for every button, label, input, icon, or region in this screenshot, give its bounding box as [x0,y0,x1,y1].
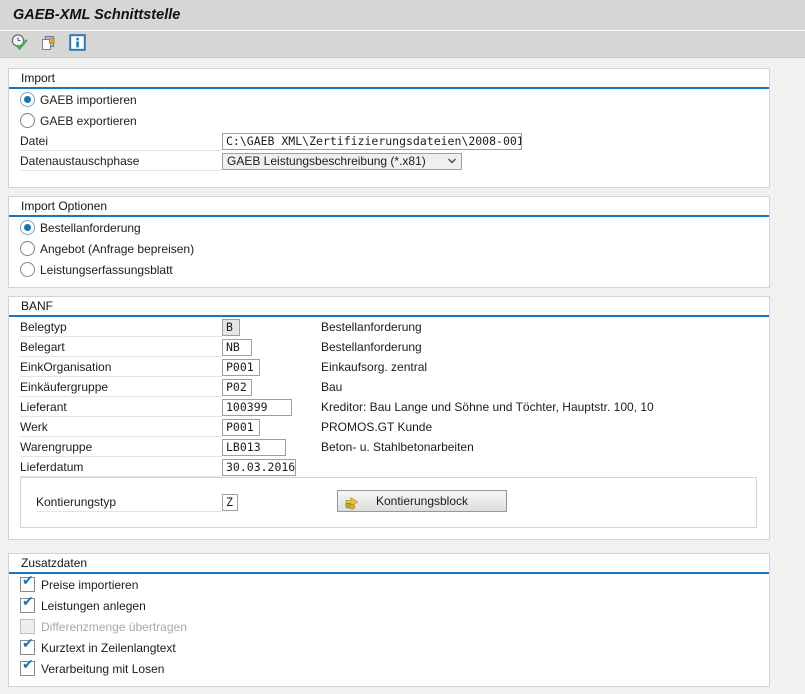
datei-label: Datei [20,131,222,151]
radio-label: Angebot (Anfrage bepreisen) [40,242,194,256]
einkaeufergruppe-field-row: Einkäufergruppe P02 Bau [9,377,769,397]
belegtyp-description: Bestellanforderung [321,320,422,334]
import-optionen-title: Import Optionen [9,197,769,217]
checkbox-checked-icon[interactable]: ✔ [20,640,35,655]
checkbox-leistungen-anlegen[interactable]: ✔ Leistungen anlegen [9,595,769,616]
radio-option-gaeb-importieren[interactable]: GAEB importieren [9,89,769,110]
banf-section: BANF Belegtyp B Bestellanforderung Beleg… [8,296,770,540]
radio-label: GAEB exportieren [40,114,137,128]
radio-unselected-icon[interactable] [20,262,35,277]
radio-option-gaeb-exportieren[interactable]: GAEB exportieren [9,110,769,131]
einkaeufergruppe-description: Bau [321,380,342,394]
einkaeufergruppe-label: Einkäufergruppe [20,377,222,397]
lieferant-field-row: Lieferant 100399 Kreditor: Bau Lange und… [9,397,769,417]
einkorganisation-label: EinkOrganisation [20,357,222,377]
datei-input[interactable]: C:\GAEB XML\Zertifizierungsdateien\2008-… [222,133,522,150]
zusatzdaten-section: Zusatzdaten ✔ Preise importieren ✔ Leist… [8,553,770,687]
checkbox-checked-icon[interactable]: ✔ [20,598,35,613]
belegtyp-label: Belegtyp [20,317,222,337]
checkbox-label: Differenzmenge übertragen [41,620,187,634]
copy-icon [39,34,57,55]
info-button[interactable] [66,33,88,55]
checkbox-checked-icon[interactable]: ✔ [20,661,35,676]
datenaustauschphase-select[interactable]: GAEB Leistungsbeschreibung (*.x81) [222,153,462,170]
checkbox-label: Verarbeitung mit Losen [41,662,164,676]
belegtyp-field-row: Belegtyp B Bestellanforderung [9,317,769,337]
datenaustauschphase-field-row: Datenaustauschphase GAEB Leistungsbeschr… [9,151,769,171]
lieferant-input[interactable]: 100399 [222,399,292,416]
warengruppe-description: Beton- u. Stahlbetonarbeiten [321,440,474,454]
warengruppe-field-row: Warengruppe LB013 Beton- u. Stahlbetonar… [9,437,769,457]
checkbox-label: Kurztext in Zeilenlangtext [41,641,176,655]
radio-selected-icon[interactable] [20,92,35,107]
copy-parameters-button[interactable] [37,33,59,55]
radio-option-leistungserfassungsblatt[interactable]: Leistungserfassungsblatt [9,259,769,280]
checkbox-kurztext-in-zeilenlangtext[interactable]: ✔ Kurztext in Zeilenlangtext [9,637,769,658]
radio-label: Bestellanforderung [40,221,141,235]
lieferant-description: Kreditor: Bau Lange und Söhne und Töchte… [321,400,654,414]
checkbox-verarbeitung-mit-losen[interactable]: ✔ Verarbeitung mit Losen [9,658,769,679]
page-title: GAEB-XML Schnittstelle [0,0,805,23]
datenaustauschphase-value: GAEB Leistungsbeschreibung (*.x81) [227,154,426,168]
belegart-field-row: Belegart NB Bestellanforderung [9,337,769,357]
app-toolbar [0,31,805,58]
execute-button[interactable] [8,33,30,55]
account-assignment-icon [344,493,361,513]
einkorganisation-field-row: EinkOrganisation P001 Einkaufsorg. zentr… [9,357,769,377]
banf-section-title: BANF [9,297,769,317]
kontierungsblock-button[interactable]: Kontierungsblock [337,490,507,512]
lieferdatum-input[interactable]: 30.03.2016 [222,459,296,476]
einkaeufergruppe-input[interactable]: P02 [222,379,252,396]
kontierungsblock-button-label: Kontierungsblock [376,494,468,508]
belegart-input[interactable]: NB [222,339,252,356]
checkbox-disabled-icon: ✔ [20,619,35,634]
checkbox-label: Leistungen anlegen [41,599,146,613]
import-section: Import GAEB importieren GAEB exportieren… [8,68,770,188]
radio-label: GAEB importieren [40,93,137,107]
titlebar: GAEB-XML Schnittstelle [0,0,805,31]
lieferant-label: Lieferant [20,397,222,417]
kontierung-box: Kontierungstyp Z Kontierungsblock [20,477,757,528]
import-optionen-section: Import Optionen Bestellanforderung Angeb… [8,196,770,288]
warengruppe-label: Warengruppe [20,437,222,457]
werk-field-row: Werk P001 PROMOS.GT Kunde [9,417,769,437]
lieferdatum-field-row: Lieferdatum 30.03.2016 [9,457,769,477]
info-icon [69,34,86,54]
radio-unselected-icon[interactable] [20,241,35,256]
radio-label: Leistungserfassungsblatt [40,263,173,277]
zusatzdaten-section-title: Zusatzdaten [9,554,769,574]
werk-label: Werk [20,417,222,437]
chevron-down-icon [447,154,457,168]
checkbox-differenzmenge-uebertragen: ✔ Differenzmenge übertragen [9,616,769,637]
datei-field-row: Datei C:\GAEB XML\Zertifizierungsdateien… [9,131,769,151]
execute-icon [10,33,29,55]
werk-input[interactable]: P001 [222,419,260,436]
kontierungstyp-input[interactable]: Z [222,494,238,511]
radio-selected-icon[interactable] [20,220,35,235]
werk-description: PROMOS.GT Kunde [321,420,432,434]
radio-option-angebot[interactable]: Angebot (Anfrage bepreisen) [9,238,769,259]
kontierungstyp-label: Kontierungstyp [36,492,222,512]
import-section-title: Import [9,69,769,89]
warengruppe-input[interactable]: LB013 [222,439,286,456]
checkbox-checked-icon[interactable]: ✔ [20,577,35,592]
einkorganisation-input[interactable]: P001 [222,359,260,376]
radio-unselected-icon[interactable] [20,113,35,128]
checkbox-preise-importieren[interactable]: ✔ Preise importieren [9,574,769,595]
belegtyp-input: B [222,319,240,336]
belegart-label: Belegart [20,337,222,357]
datenaustauschphase-label: Datenaustauschphase [20,151,222,171]
einkorganisation-description: Einkaufsorg. zentral [321,360,427,374]
lieferdatum-label: Lieferdatum [20,457,222,477]
checkbox-label: Preise importieren [41,578,138,592]
radio-option-bestellanforderung[interactable]: Bestellanforderung [9,217,769,238]
belegart-description: Bestellanforderung [321,340,422,354]
